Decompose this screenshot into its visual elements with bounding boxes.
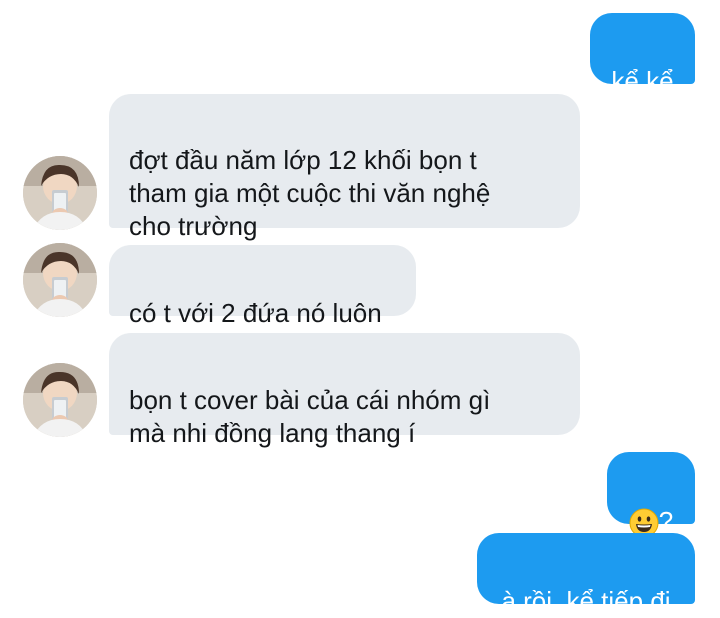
message-text: đợt đầu năm lớp 12 khối bọn t tham gia m…: [129, 145, 491, 241]
message-bubble-received[interactable]: bọn t cover bài của cái nhóm gì mà nhi đ…: [109, 333, 580, 448]
message-text: bọn t cover bài của cái nhóm gì mà nhi đ…: [129, 385, 491, 448]
avatar[interactable]: [23, 243, 97, 317]
avatar[interactable]: [23, 156, 97, 230]
message-bubble-received[interactable]: có t với 2 đứa nó luôn: [109, 245, 416, 328]
message-bubble-sent[interactable]: à rồi, kể tiếp đi: [477, 533, 695, 616]
profile-photo: [23, 243, 97, 317]
message-bubble-sent[interactable]: kể kể: [590, 13, 695, 96]
profile-photo: [23, 363, 97, 437]
message-text: à rồi, kể tiếp đi: [501, 586, 671, 616]
message-bubble-received[interactable]: đợt đầu năm lớp 12 khối bọn t tham gia m…: [109, 94, 580, 241]
avatar[interactable]: [23, 363, 97, 437]
message-bubble-sent[interactable]: ?: [607, 452, 695, 538]
message-text: có t với 2 đứa nó luôn: [129, 298, 382, 328]
message-text: ?: [658, 506, 674, 536]
message-text: kể kể: [611, 66, 674, 96]
profile-photo: [23, 156, 97, 230]
